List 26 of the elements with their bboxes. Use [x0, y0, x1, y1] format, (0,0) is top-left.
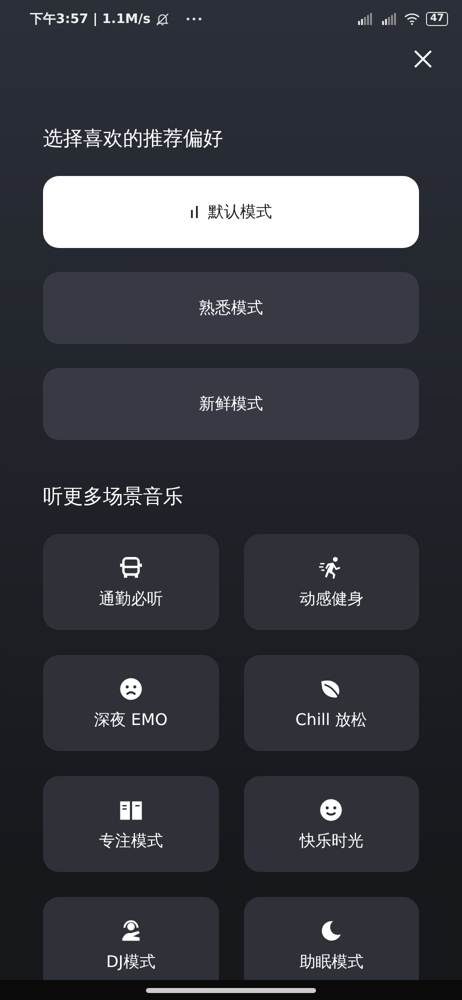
close-button[interactable]: [412, 48, 434, 70]
equalizer-icon: [190, 205, 200, 219]
scene-tile[interactable]: 动感健身: [244, 534, 419, 630]
wifi-icon: [404, 13, 420, 25]
scene-tile[interactable]: 快乐时光: [244, 776, 419, 872]
bell-muted-icon: [154, 12, 170, 26]
section-title: 选择喜欢的推荐偏好: [43, 126, 224, 150]
status-time: 下午3:57 | 1.1M/s: [30, 11, 151, 28]
section-title: 听更多场景音乐: [43, 484, 184, 508]
signal-icon: [356, 13, 374, 25]
bus-icon: [118, 554, 144, 580]
home-indicator[interactable]: [146, 988, 316, 992]
scene-tile[interactable]: 专注模式: [43, 776, 218, 872]
mode-option[interactable]: 新鲜模式: [43, 368, 419, 440]
signal-icon: [380, 13, 398, 25]
mode-option[interactable]: 默认模式: [43, 176, 419, 248]
smile-icon: [318, 796, 344, 822]
scene-tile[interactable]: DJ模式: [43, 897, 218, 980]
sad-face-icon: [118, 676, 144, 702]
battery-level: 47: [426, 12, 448, 26]
mode-option[interactable]: 熟悉模式: [43, 272, 419, 344]
more-icon: [186, 17, 202, 21]
scene-tile[interactable]: Chill 放松: [244, 655, 419, 751]
scene-tile[interactable]: 助眠模式: [244, 897, 419, 980]
scene-tile[interactable]: 通勤必听: [43, 534, 218, 630]
scene-tile[interactable]: 深夜 EMO: [43, 655, 218, 751]
